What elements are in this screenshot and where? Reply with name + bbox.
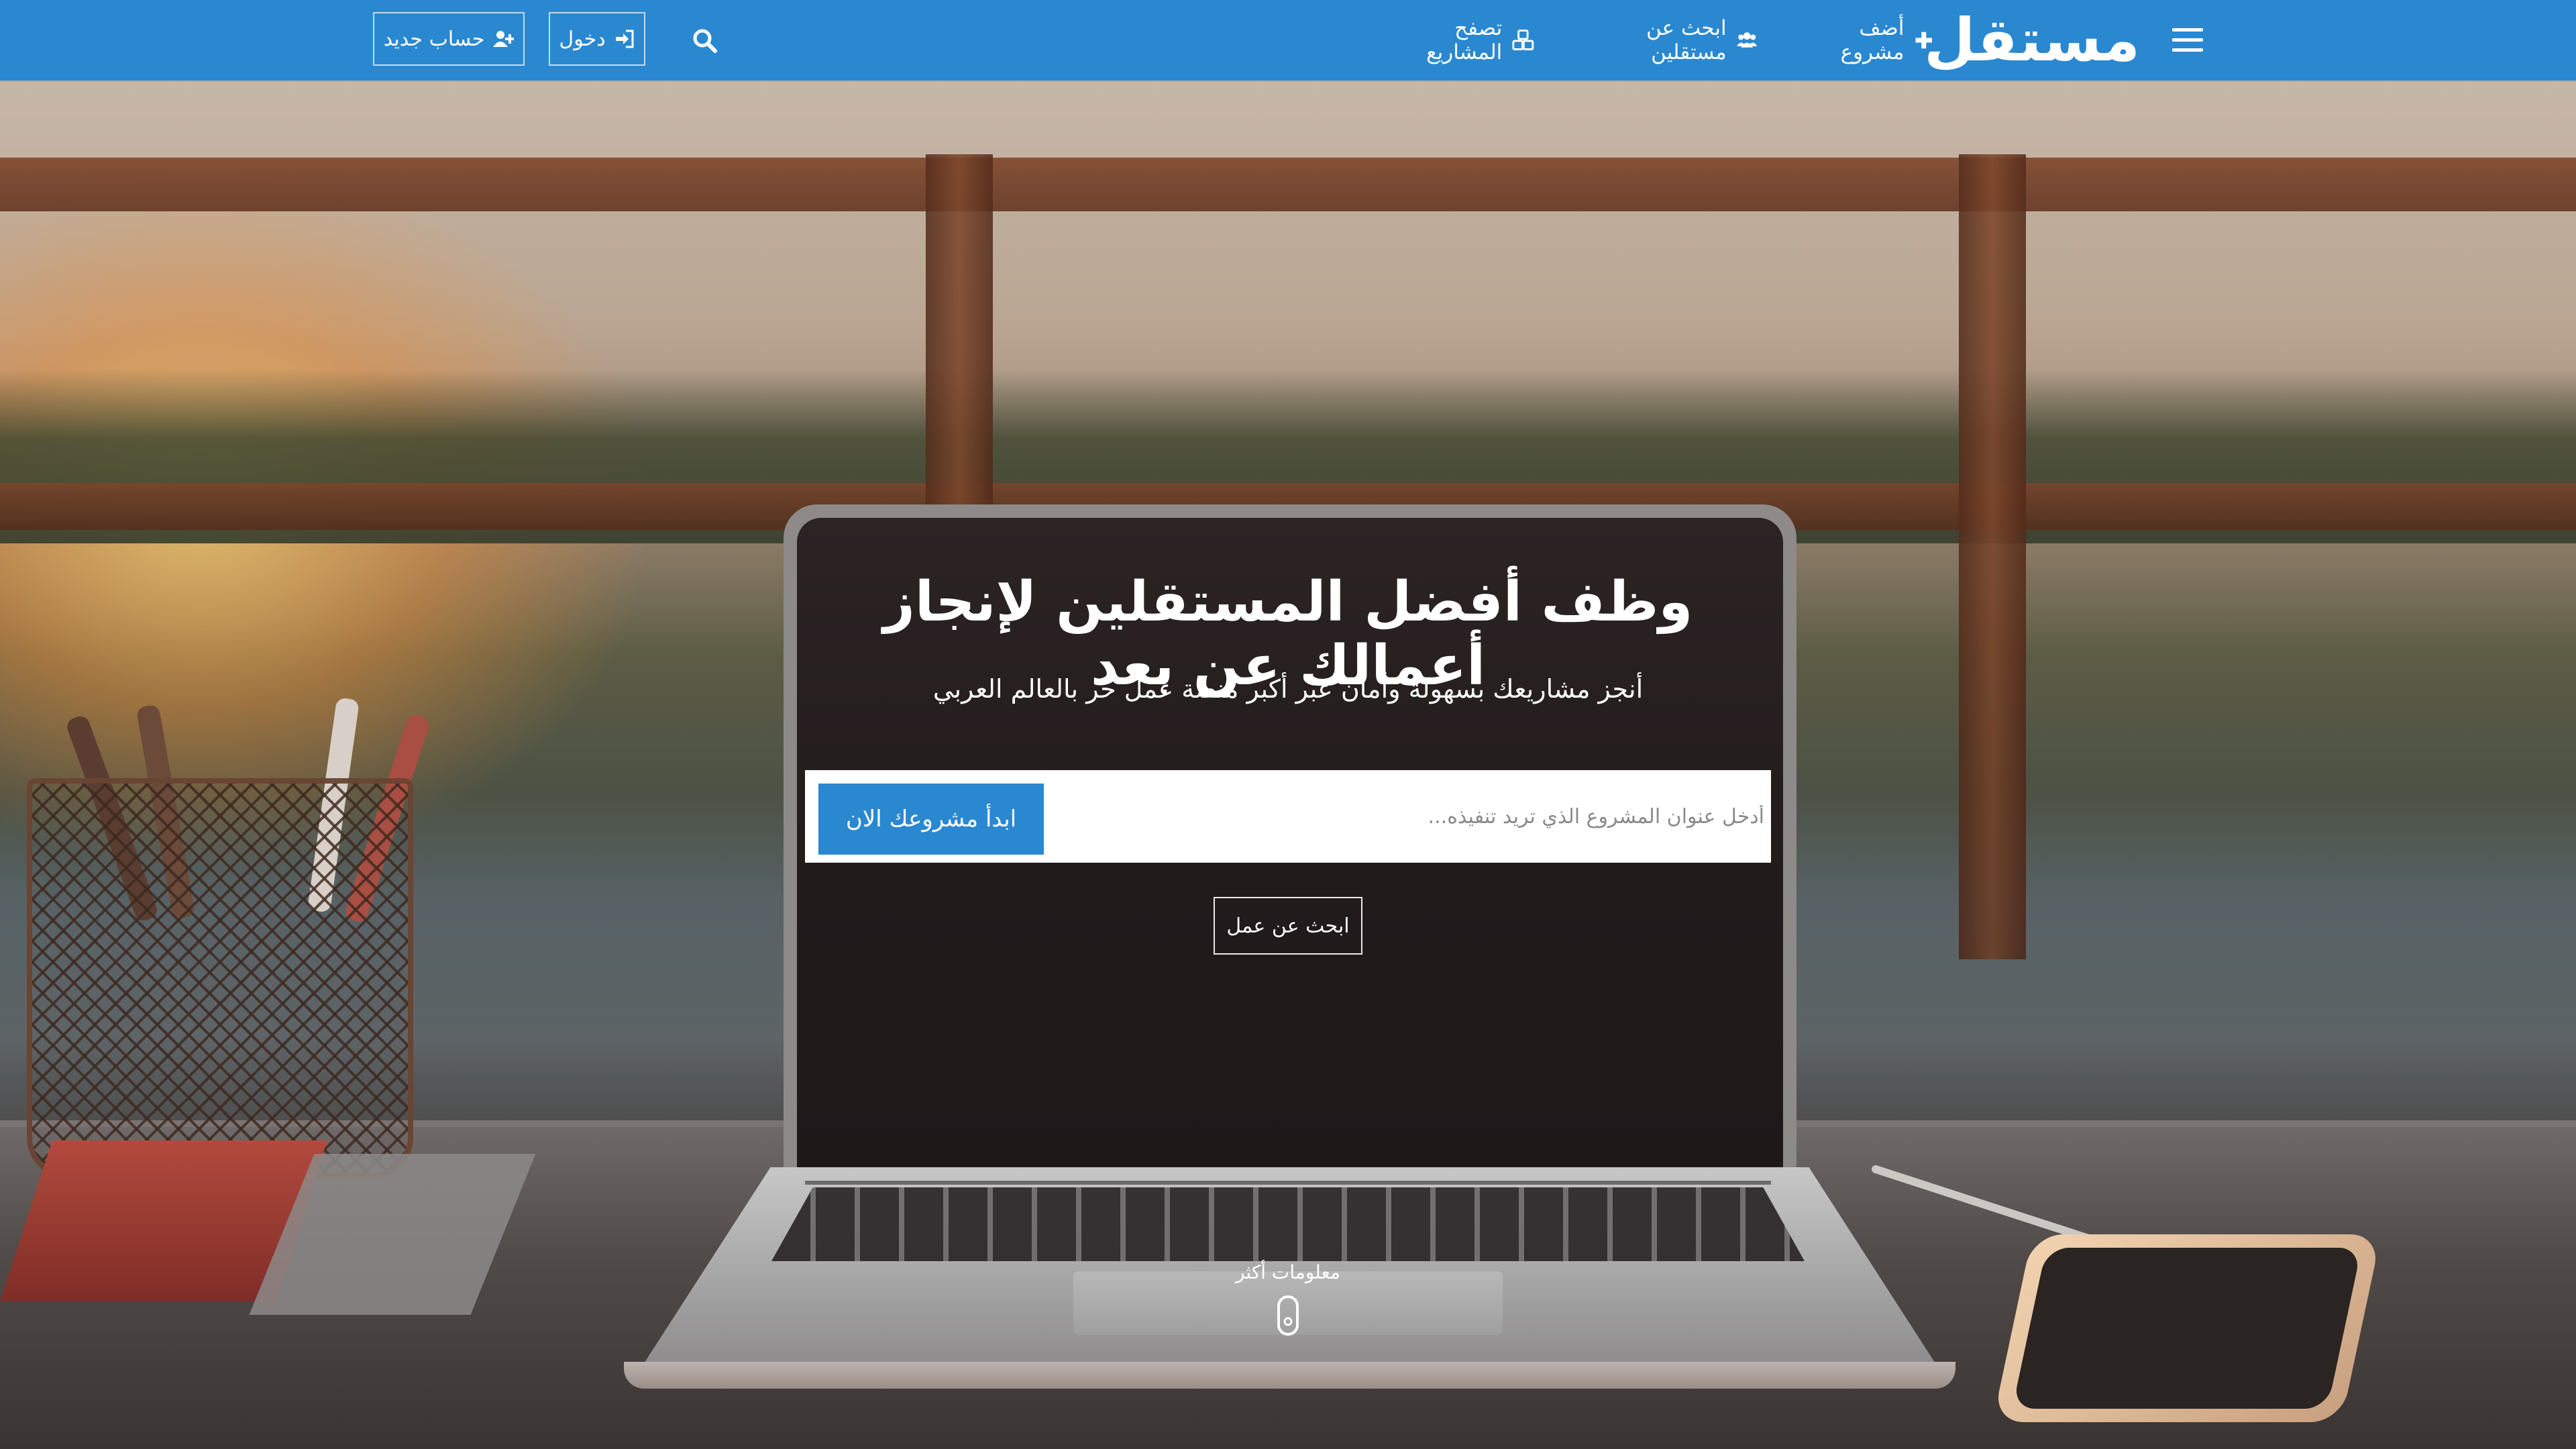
signup-button[interactable]: حساب جديد xyxy=(373,12,525,66)
find-job-button[interactable]: ابحث عن عمل xyxy=(1214,897,1362,955)
project-title-input[interactable] xyxy=(1046,784,1771,849)
cubes-icon xyxy=(1512,30,1534,50)
pencil-cup xyxy=(27,778,413,1178)
hero-subheadline: أنجز مشاريعك بسهولة وأمان عبر أكبر منصة … xyxy=(932,674,1644,704)
hamburger-menu-icon[interactable] xyxy=(2172,28,2203,52)
users-icon xyxy=(1736,32,1758,48)
start-project-button[interactable]: ابدأ مشروعك الان xyxy=(818,784,1044,855)
phone-screen xyxy=(2012,1248,2362,1409)
project-form: ابدأ مشروعك الان xyxy=(805,770,1771,863)
login-button[interactable]: دخول xyxy=(549,12,645,66)
mouse-scroll-icon[interactable] xyxy=(1277,1295,1299,1336)
more-info-label[interactable]: معلومات أكثر xyxy=(1208,1261,1368,1283)
laptop-keyboard xyxy=(771,1187,1805,1261)
laptop-front-edge xyxy=(624,1362,1955,1389)
nav-find-freelancers-label: ابحث عن مستقلين xyxy=(1646,16,1727,64)
nav-find-freelancers[interactable]: ابحث عن مستقلين xyxy=(1580,16,1758,64)
nav-browse-projects-label: تصفح المشاريع xyxy=(1426,16,1503,64)
site-logo[interactable]: مستقل xyxy=(1924,5,2141,75)
sign-in-icon xyxy=(615,30,634,48)
nav-add-project[interactable]: أضف مشروع xyxy=(1803,16,1935,64)
signup-label: حساب جديد xyxy=(383,27,485,51)
user-plus-icon xyxy=(493,31,515,47)
plus-icon xyxy=(1915,32,1933,49)
top-navbar: مستقل أضف مشروع ابحث عن مستقلين تصفح الم… xyxy=(0,0,2576,80)
nav-add-project-label: أضف مشروع xyxy=(1840,16,1904,64)
laptop-hinge xyxy=(805,1181,1771,1185)
nav-browse-projects[interactable]: تصفح المشاريع xyxy=(1377,16,1535,64)
login-label: دخول xyxy=(559,27,606,51)
search-icon[interactable] xyxy=(691,27,719,55)
